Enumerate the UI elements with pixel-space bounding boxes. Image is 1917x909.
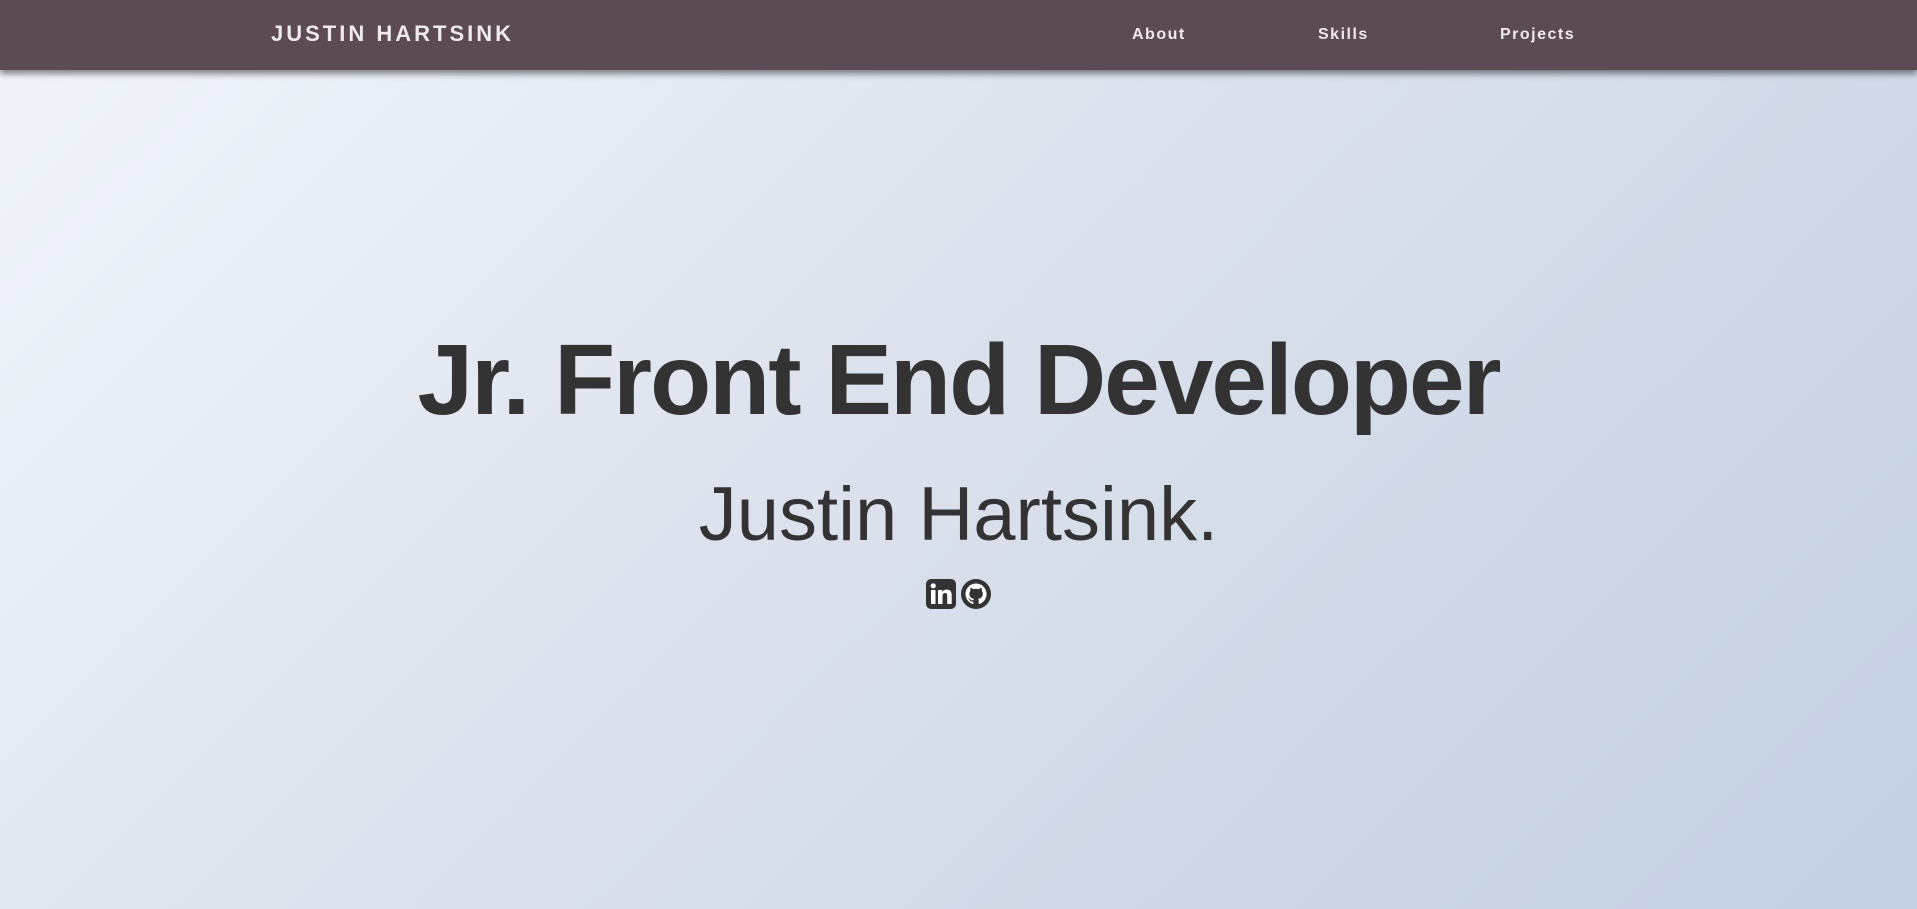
github-link[interactable] [960,578,992,610]
nav-link-projects[interactable]: Projects [1500,0,1575,70]
top-navbar: JUSTIN HARTSINK About Skills Projects [0,0,1917,70]
nav-link-about[interactable]: About [1132,0,1186,70]
nav-link-skills[interactable]: Skills [1318,0,1369,70]
hero-name: Justin Hartsink. [698,472,1219,557]
hero-title: Jr. Front End Developer [417,324,1501,436]
social-links [0,578,1917,610]
github-icon [961,579,991,609]
linkedin-icon [926,579,956,609]
brand-logo-link[interactable]: JUSTIN HARTSINK [271,0,514,70]
hero-section: Jr. Front End Developer Justin Hartsink. [0,300,1917,610]
linkedin-link[interactable] [925,578,957,610]
